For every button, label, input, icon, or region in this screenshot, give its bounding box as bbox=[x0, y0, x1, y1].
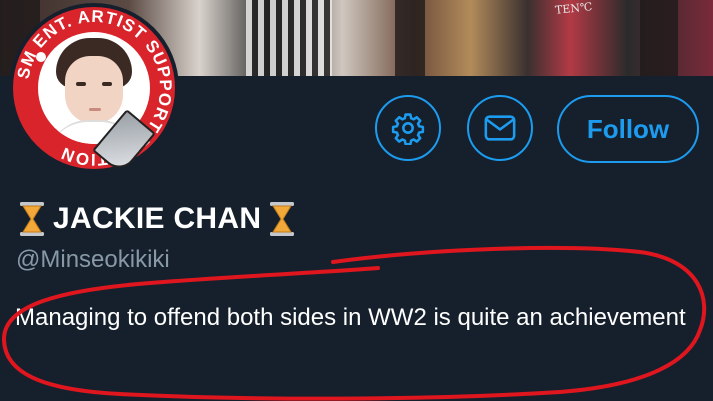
envelope-icon bbox=[484, 115, 516, 141]
hourglass-icon bbox=[267, 201, 297, 237]
follow-button[interactable]: Follow bbox=[557, 95, 699, 163]
display-name-row: JACKIE CHAN bbox=[17, 197, 297, 241]
gear-icon bbox=[391, 113, 425, 145]
profile-bio: Managing to offend both sides in WW2 is … bbox=[15, 304, 686, 331]
profile-avatar[interactable]: SM ENT. ARTIST SUPPORT PETITION bbox=[9, 3, 179, 175]
banner-text: TEN℃ bbox=[554, 0, 593, 17]
user-handle: @Minseokikiki bbox=[16, 246, 170, 273]
svg-text:SM ENT. ARTIST SUPPORT PETITIO: SM ENT. ARTIST SUPPORT PETITION bbox=[14, 7, 175, 169]
avatar-ring-text: SM ENT. ARTIST SUPPORT PETITION bbox=[14, 7, 175, 169]
display-name: JACKIE CHAN bbox=[53, 202, 262, 235]
hourglass-icon bbox=[17, 201, 47, 237]
avatar-ring: SM ENT. ARTIST SUPPORT PETITION bbox=[13, 7, 175, 175]
message-button[interactable] bbox=[467, 95, 533, 161]
settings-button[interactable] bbox=[375, 95, 441, 161]
ring-star-icon bbox=[36, 52, 46, 62]
